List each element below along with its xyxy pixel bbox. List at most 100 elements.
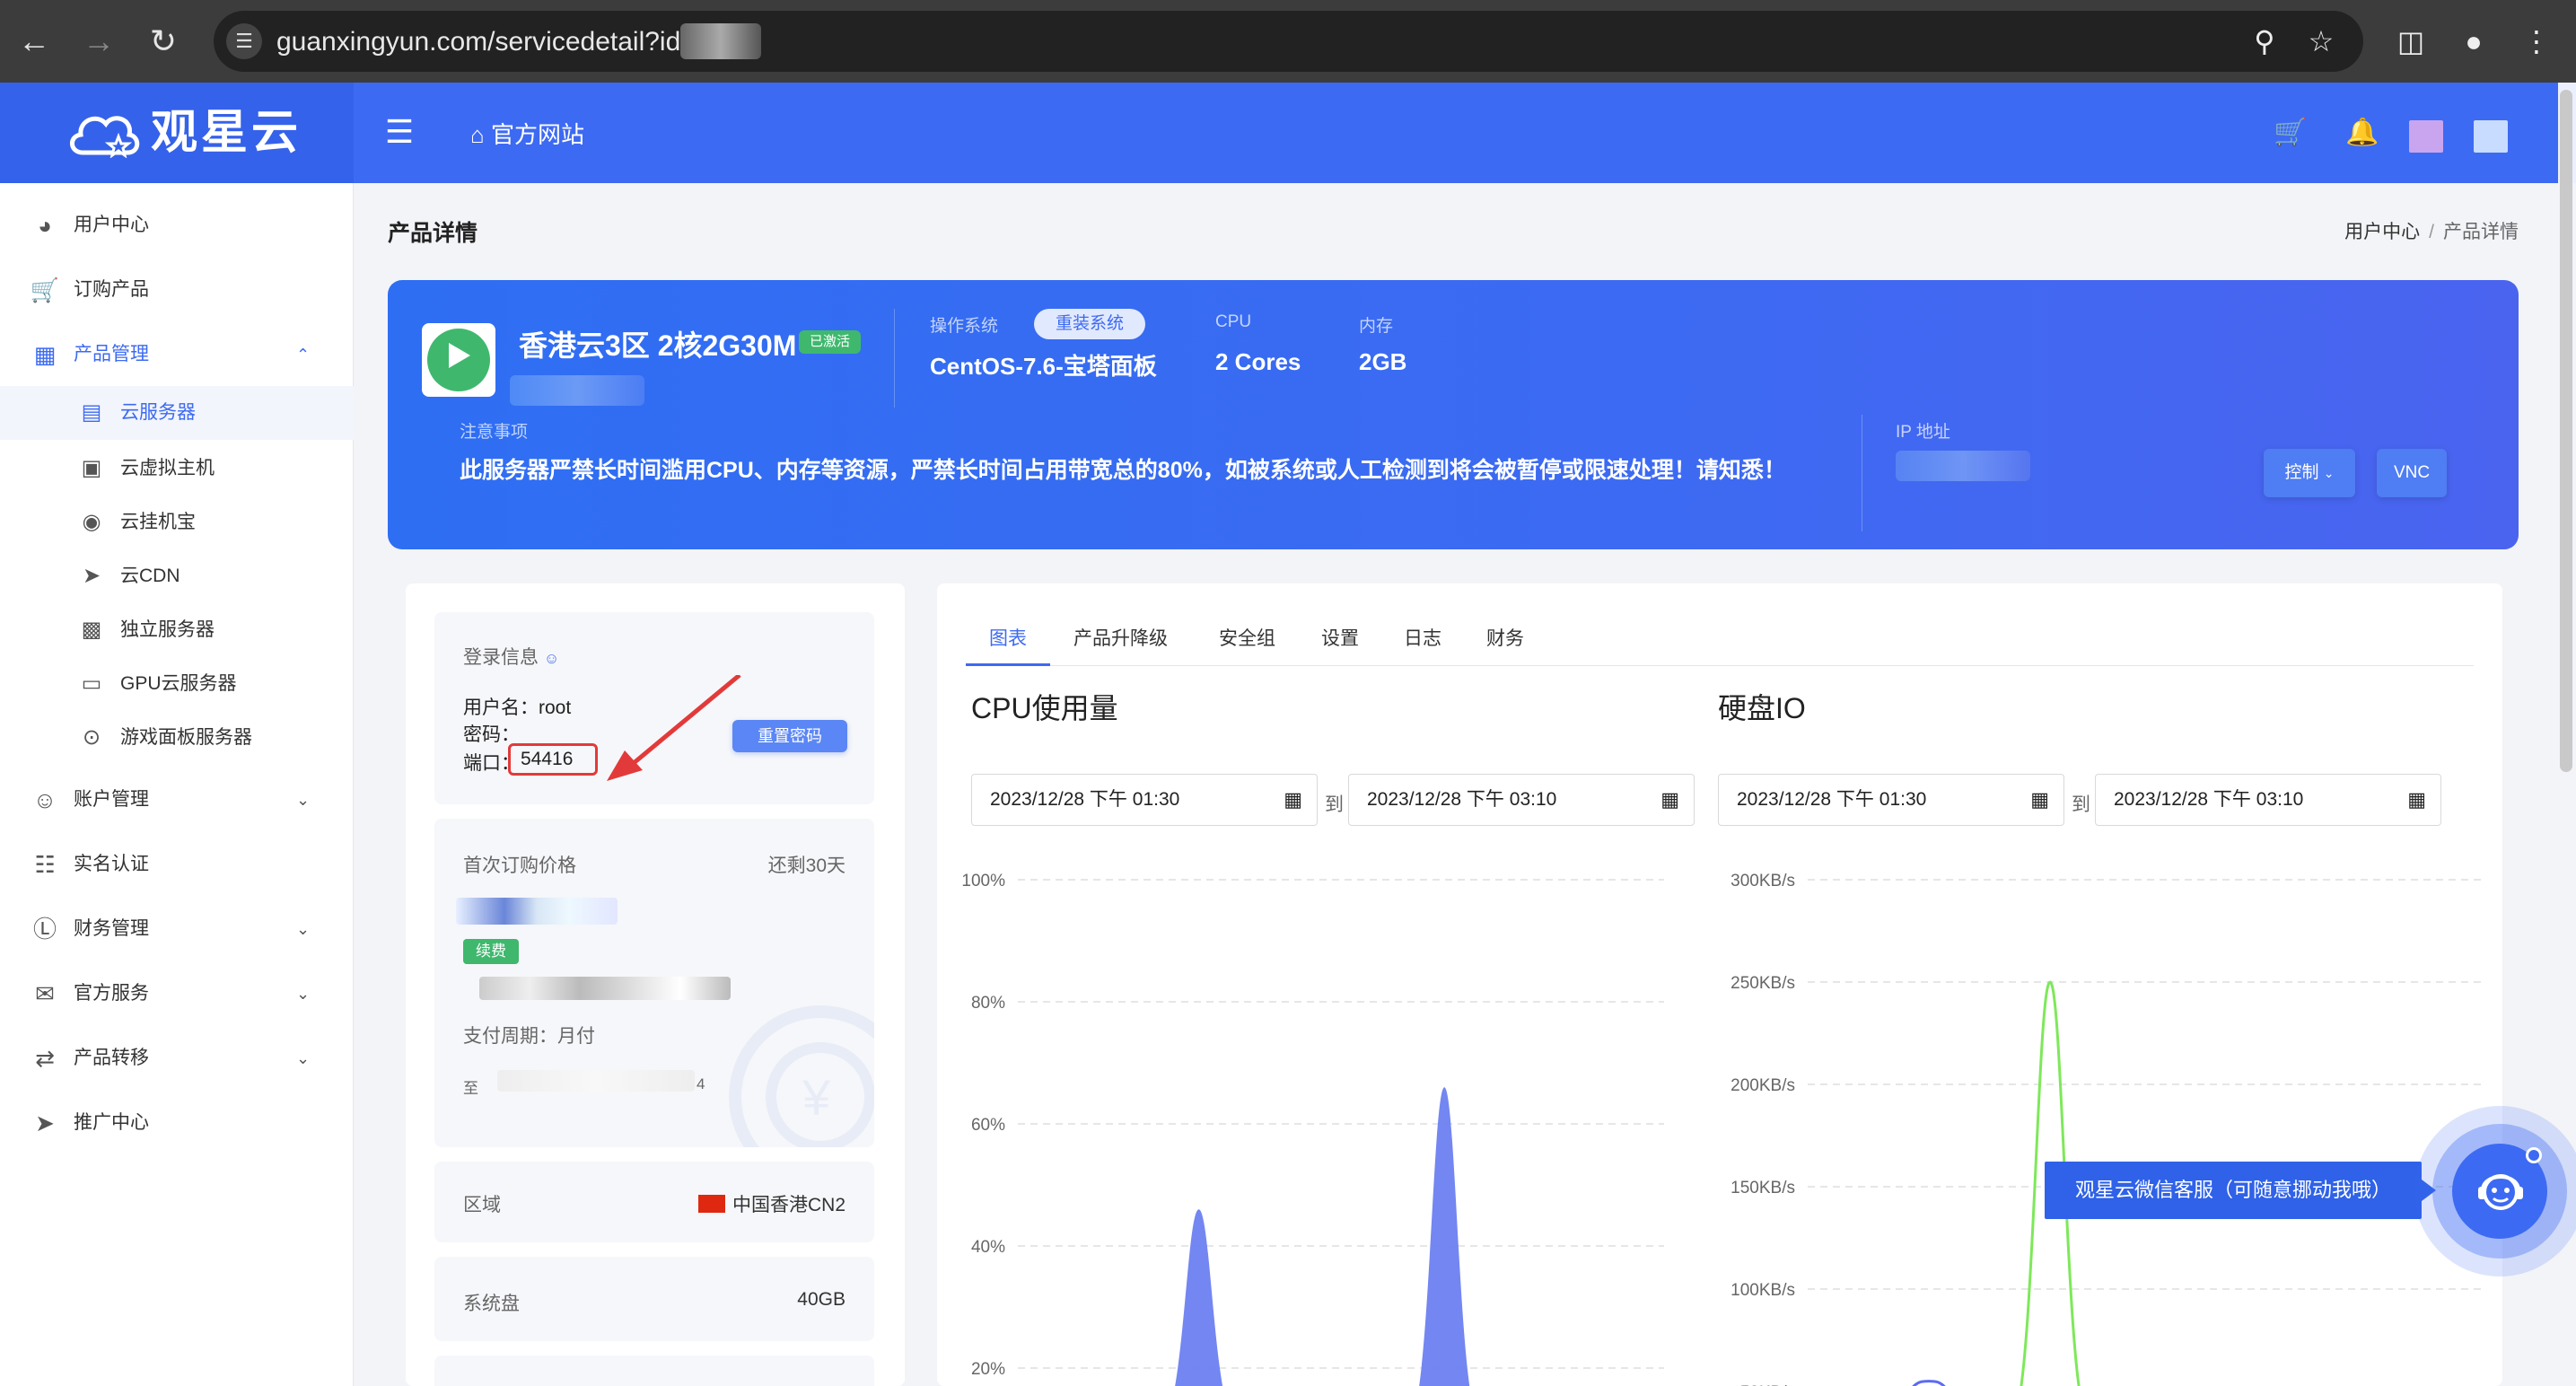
tab-security-group[interactable]: 安全组 <box>1196 621 1299 666</box>
reset-password-button[interactable]: 重置密码 <box>732 720 847 752</box>
sidebar-subitem-cloud-server[interactable]: ▤ 云服务器 <box>0 386 354 440</box>
bell-icon[interactable]: 🔔 <box>2341 111 2384 154</box>
headset-support-icon <box>2478 1174 2523 1210</box>
calendar-icon[interactable]: ▦ <box>2407 775 2426 825</box>
sidebar-item-promotion[interactable]: ➤ 推广中心 <box>0 1093 354 1153</box>
cloud-logo-icon <box>70 116 140 158</box>
tab-settings[interactable]: 设置 <box>1298 621 1382 666</box>
chevron-down-icon: ⌄ <box>296 985 311 1003</box>
sidepanel-icon[interactable]: ◫ <box>2388 18 2434 65</box>
chart-panel: 图表 产品升降级 安全组 设置 日志 财务 CPU使用量 2023/12/28 … <box>937 583 2502 1386</box>
sidebar-subitem-label: 云服务器 <box>120 402 196 423</box>
calendar-icon[interactable]: ▦ <box>2030 775 2049 825</box>
sidebar-item-label: 用户中心 <box>74 215 149 235</box>
calendar-icon[interactable]: ▦ <box>1284 775 1302 825</box>
ip-redacted <box>1896 451 2030 481</box>
sidebar-item-label: 财务管理 <box>74 918 149 939</box>
profile-icon[interactable]: ● <box>2450 18 2497 65</box>
sidebar-item-order[interactable]: 🛒 订购产品 <box>0 260 354 320</box>
region-label: 区域 <box>463 1195 501 1215</box>
cpu-to-label: 到 <box>1325 794 1344 815</box>
avatar-square[interactable] <box>2474 120 2508 153</box>
sidebar-item-official-service[interactable]: ✉ 官方服务 ⌄ <box>0 964 354 1023</box>
sidebar-item-account[interactable]: ☺ 账户管理 ⌄ <box>0 770 354 829</box>
notice-label: 注意事项 <box>460 423 529 442</box>
logo[interactable]: 观星云 <box>0 83 354 183</box>
tab-chart[interactable]: 图表 <box>966 621 1050 666</box>
disk-label: 系统盘 <box>463 1294 520 1314</box>
breadcrumb-link[interactable]: 用户中心 <box>2344 222 2420 242</box>
y-tick-label: 150KB/s <box>1730 1179 1795 1197</box>
palette-icon: ◕ <box>38 212 52 239</box>
sidebar-subitem-dedicated-server[interactable]: ▩ 独立服务器 <box>0 603 354 657</box>
zoom-icon[interactable]: ⚲ <box>2247 23 2282 59</box>
reinstall-button[interactable]: 重装系统 <box>1034 309 1146 339</box>
official-site-label: 官方网站 <box>490 121 584 149</box>
vnc-button[interactable]: VNC <box>2377 449 2447 497</box>
sidebar-item-label: 账户管理 <box>74 789 149 810</box>
hamburger-menu-icon[interactable]: ☰ <box>377 110 422 154</box>
region-card: 区域 中国香港CN2 <box>434 1162 874 1242</box>
page-scrollbar[interactable] <box>2560 90 2572 772</box>
address-bar[interactable]: ☰ guanxingyun.com/servicedetail?id ⚲ ☆ <box>214 11 2363 72</box>
tab-finance[interactable]: 财务 <box>1463 621 1547 666</box>
sidebar-subitem-gpu-server[interactable]: ▭ GPU云服务器 <box>0 657 354 711</box>
renew-tag[interactable]: 续费 <box>463 939 519 964</box>
sidebar-subitem-hosting-treasure[interactable]: ◉ 云挂机宝 <box>0 496 354 549</box>
menu-dots-icon[interactable]: ⋮ <box>2513 18 2560 65</box>
reload-icon[interactable]: ↻ <box>138 16 188 66</box>
mem-value: 2GB <box>1359 348 1407 375</box>
dollar-icon: Ⓛ <box>32 916 57 943</box>
ip-label: IP 地址 <box>1896 423 1950 442</box>
user-icon: ☺ <box>543 650 560 667</box>
server-icon: ▤ <box>81 400 102 425</box>
back-icon[interactable]: ← <box>9 16 59 66</box>
customer-service-button[interactable] <box>2414 1106 2576 1276</box>
sidebar-subitem-label: 云挂机宝 <box>120 512 196 532</box>
y-tick-label: 100KB/s <box>1730 1281 1795 1300</box>
site-settings-icon[interactable]: ☰ <box>226 23 262 59</box>
cpu-to-date[interactable]: 2023/12/28 下午 03:10 ▦ <box>1348 774 1695 826</box>
avatar-square[interactable] <box>2409 120 2443 153</box>
chevron-up-icon: ⌃ <box>296 346 311 364</box>
sidebar-subitem-label: 云虚拟主机 <box>120 458 215 478</box>
sidebar-subitem-cdn[interactable]: ➤ 云CDN <box>0 549 354 603</box>
billing-card: ¥ 首次订购价格 还剩30天 续费 支付周期：月付 至 4 <box>434 819 874 1147</box>
cart-icon[interactable]: 🛒 <box>2269 111 2312 154</box>
sidebar-item-finance[interactable]: Ⓛ 财务管理 ⌄ <box>0 899 354 959</box>
sidebar-item-transfer[interactable]: ⇄ 产品转移 ⌄ <box>0 1029 354 1088</box>
sidebar-subitem-game-panel[interactable]: ⊙ 游戏面板服务器 <box>0 711 354 765</box>
tab-upgrade[interactable]: 产品升降级 <box>1050 621 1191 666</box>
cpu-chart: 100% 80% 60% 40% 20% <box>961 872 1664 1386</box>
brand-name: 观星云 <box>151 107 302 159</box>
chip-icon: ▩ <box>81 618 102 642</box>
redacted-price <box>456 898 618 925</box>
tab-logs[interactable]: 日志 <box>1380 621 1465 666</box>
sidebar-item-product-management[interactable]: ▦ 产品管理 ⌃ <box>0 325 354 384</box>
star-icon[interactable]: ☆ <box>2303 23 2339 59</box>
disk-from-date[interactable]: 2023/12/28 下午 01:30 ▦ <box>1718 774 2064 826</box>
calendar-icon[interactable]: ▦ <box>1660 775 1679 825</box>
user-icon: ☺ <box>32 786 57 813</box>
sidebar-item-user-center[interactable]: ◕ 用户中心 <box>0 196 354 255</box>
breadcrumb-current: 产品详情 <box>2443 222 2519 242</box>
control-dropdown-button[interactable]: 控制 ⌄ <box>2264 449 2355 497</box>
y-tick-label: 250KB/s <box>1730 974 1795 993</box>
url-text: guanxingyun.com/servicedetail?id <box>276 27 681 57</box>
annotation-arrow-icon <box>607 675 741 781</box>
page-title: 产品详情 <box>388 221 478 246</box>
notice-text: 此服务器严禁长时间滥用CPU、内存等资源，严禁长时间占用带宽总的80%，如被系统… <box>460 458 1786 483</box>
tail-digit: 4 <box>697 1075 705 1092</box>
forward-icon[interactable]: → <box>74 16 124 66</box>
y-tick-label: 200KB/s <box>1730 1076 1795 1095</box>
sidebar-subitem-virtual-host[interactable]: ▣ 云虚拟主机 <box>0 442 354 496</box>
y-tick-label: 20% <box>971 1360 1005 1379</box>
sidebar-subitem-label: 游戏面板服务器 <box>120 727 252 748</box>
product-banner: 香港云3区 2核2G30M 已激活 操作系统 重装系统 CentOS-7.6-宝… <box>388 280 2519 549</box>
official-site-link[interactable]: ⌂ 官方网站 <box>470 113 584 154</box>
disk-to-date[interactable]: 2023/12/28 下午 03:10 ▦ <box>2095 774 2441 826</box>
cpu-from-date[interactable]: 2023/12/28 下午 01:30 ▦ <box>971 774 1318 826</box>
chat-icon: ✉ <box>35 980 55 1007</box>
customer-service-bubble[interactable]: 观星云微信客服（可随意挪动我哦） <box>2045 1162 2436 1219</box>
sidebar-item-real-name[interactable]: ☷ 实名认证 <box>0 835 354 894</box>
